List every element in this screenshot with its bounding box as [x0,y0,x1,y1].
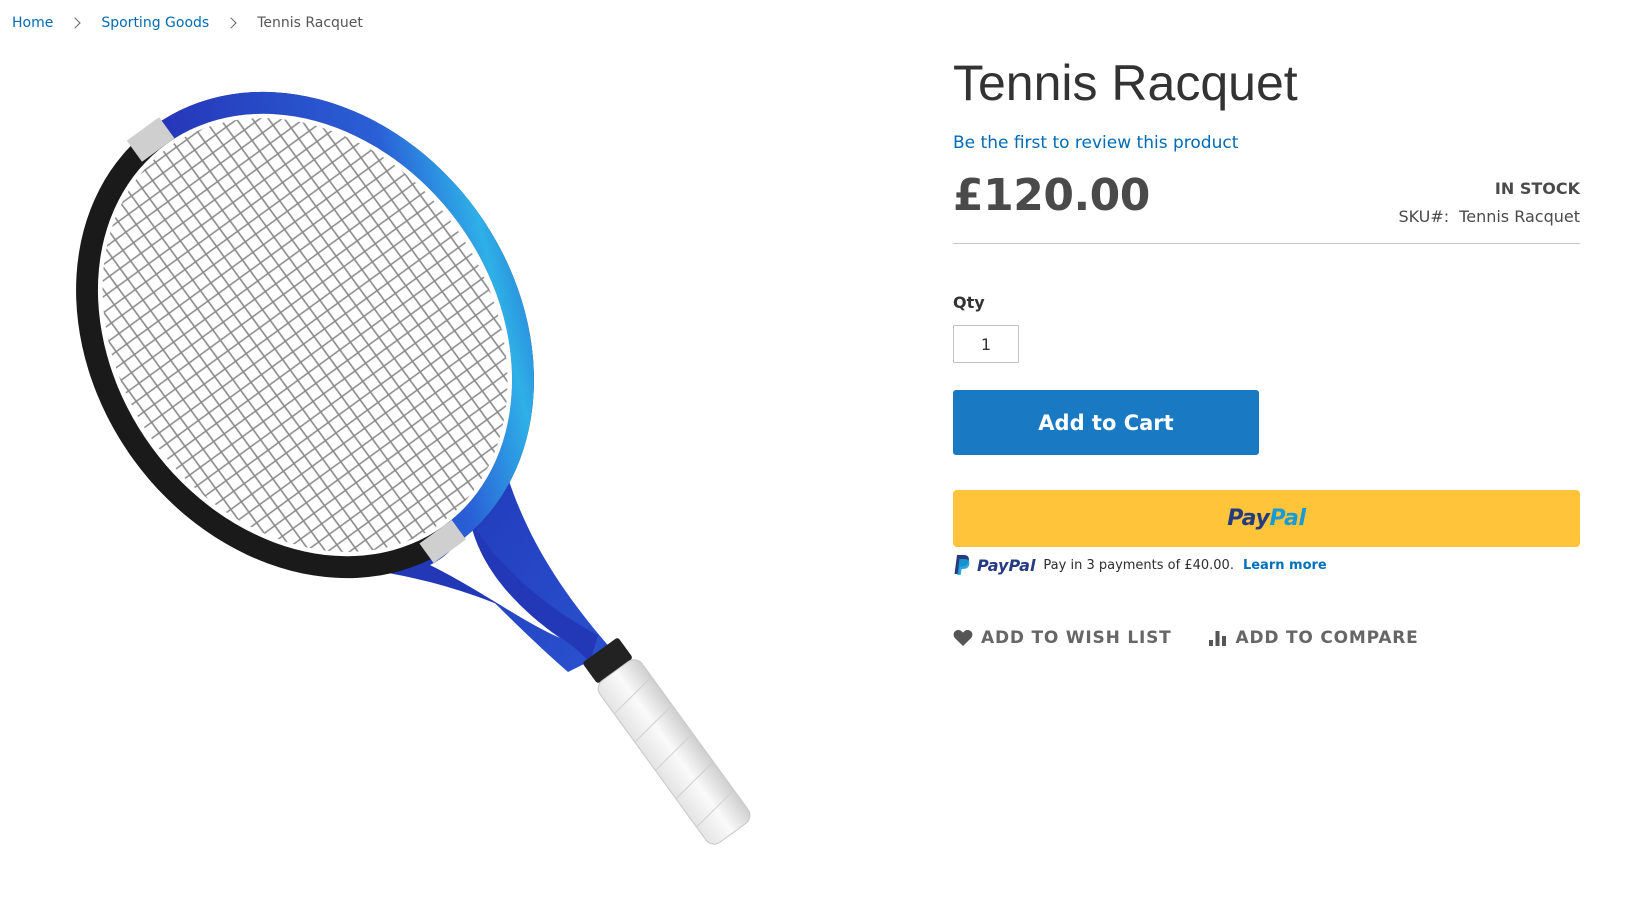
paylater-text: Pay in 3 payments of £40.00. [1043,557,1234,573]
page-title: Tennis Racquet [953,55,1298,111]
product-social-actions: ADD TO WISH LIST ADD TO COMPARE [953,628,1419,648]
breadcrumb-home-link[interactable]: Home [12,13,53,33]
sku-label: SKU#: [1398,207,1450,226]
paypal-paylater-message: PayPal Pay in 3 payments of £40.00. Lear… [953,552,1327,578]
add-to-cart-button[interactable]: Add to Cart [953,390,1259,455]
product-sku: SKU#: Tennis Racquet [1398,207,1580,226]
divider [953,243,1580,244]
chevron-right-icon [225,17,237,29]
sku-value: Tennis Racquet [1459,207,1580,226]
chevron-right-icon [69,17,82,29]
breadcrumb-current: Tennis Racquet [257,15,363,31]
review-link[interactable]: Be the first to review this product [953,133,1238,153]
learn-more-link[interactable]: Learn more [1243,558,1327,573]
paypal-mark-icon [954,555,970,575]
add-to-compare-link[interactable]: ADD TO COMPARE [1208,628,1419,648]
qty-input[interactable] [953,325,1019,363]
qty-label: Qty [953,293,985,312]
paypal-button[interactable]: PayPal [953,490,1580,547]
tennis-racquet-image [18,50,751,845]
add-to-compare-label: ADD TO COMPARE [1235,628,1419,648]
heart-icon [953,630,973,646]
bar-chart-icon [1208,631,1226,646]
paylater-logo: PayPal [977,555,1036,575]
add-to-wishlist-link[interactable]: ADD TO WISH LIST [953,628,1172,648]
breadcrumb-category-link[interactable]: Sporting Goods [101,13,209,33]
stock-status: IN STOCK [1494,179,1580,198]
product-image-gallery [0,50,880,890]
add-to-wishlist-label: ADD TO WISH LIST [981,628,1172,648]
breadcrumb: Home Sporting Goods Tennis Racquet [12,13,363,33]
product-price: £120.00 [953,170,1150,221]
paypal-logo: PayPal [1227,506,1306,531]
